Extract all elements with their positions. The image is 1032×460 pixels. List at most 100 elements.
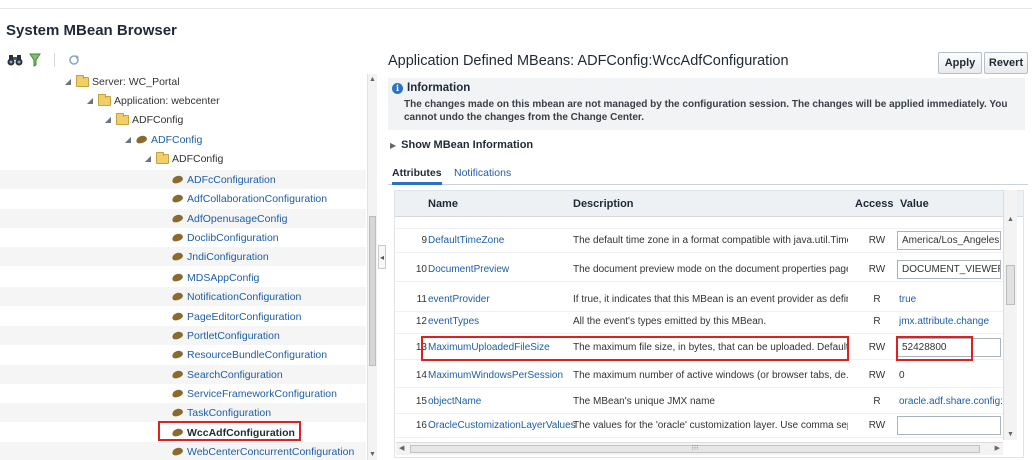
table-horizontal-scrollbar[interactable]: ◀ ⁝⁝⁝ ▶	[396, 442, 1003, 455]
tree-node[interactable]: ◢ Server: WC_Portal	[0, 72, 366, 91]
tree-node[interactable]: TaskConfiguration	[0, 403, 366, 422]
table-row[interactable]: 12 eventTypes All the event's types emitte…	[395, 309, 1005, 334]
tree-node-label: PortletConfiguration	[187, 329, 280, 342]
expand-toggle-icon[interactable]: ◢	[62, 77, 74, 86]
attribute-name-link[interactable]: DocumentPreview	[428, 264, 509, 275]
tree-node[interactable]: WebCenterConcurrentConfiguration	[0, 442, 366, 460]
attribute-name-link[interactable]: eventTypes	[428, 316, 479, 327]
attribute-name-link[interactable]: OracleCustomizationLayerValues	[428, 420, 576, 431]
tree-node[interactable]: PortletConfiguration	[0, 326, 366, 345]
mbean-icon	[171, 232, 184, 243]
panel-splitter-handle[interactable]: ◂	[378, 245, 386, 269]
row-number: 16	[415, 420, 427, 431]
refresh-icon[interactable]	[65, 51, 83, 69]
scroll-down-icon[interactable]: ▼	[369, 451, 376, 458]
attribute-name-link[interactable]: objectName	[428, 396, 481, 407]
attribute-name-link[interactable]: DefaultTimeZone	[428, 235, 504, 246]
scroll-up-icon[interactable]: ▲	[1007, 216, 1014, 223]
tree-node[interactable]: NotificationConfiguration	[0, 287, 366, 306]
table-row[interactable]: 16 OracleCustomizationLayerValues The valu…	[395, 413, 1005, 438]
tree-node[interactable]: MDSAppConfig	[0, 268, 366, 287]
attribute-access: RW	[868, 420, 886, 431]
page-title: System MBean Browser	[6, 22, 177, 39]
show-mbean-information-toggle[interactable]: ▶ Show MBean Information	[390, 139, 533, 151]
information-heading: i Information	[392, 82, 470, 94]
tree-node[interactable]: ◢ ADFConfig	[0, 110, 366, 129]
table-row[interactable]: 15 objectName The MBean's unique JMX name R…	[395, 389, 1005, 414]
table-hscroll-thumb[interactable]: ⁝⁝⁝	[410, 445, 980, 453]
mbean-icon	[171, 407, 184, 418]
attribute-value-input[interactable]: 52428800	[897, 338, 1001, 357]
tree-node[interactable]: WccAdfConfiguration	[0, 423, 366, 442]
tree-node[interactable]: ◢ ADFConfig	[0, 130, 366, 149]
column-header-description[interactable]: Description	[573, 198, 634, 210]
column-header-value[interactable]: Value	[900, 198, 929, 210]
tree-node-label: PageEditorConfiguration	[187, 310, 302, 323]
column-header-access[interactable]: Access	[855, 198, 894, 210]
attribute-value-input[interactable]: America/Los_Angeles	[897, 231, 1001, 250]
tree-node[interactable]: ◢ Application: webcenter	[0, 91, 366, 110]
table-vscroll-thumb[interactable]	[1006, 265, 1015, 305]
table-row[interactable]: 13 MaximumUploadedFileSize The maximum fil…	[395, 335, 1005, 360]
expand-toggle-icon[interactable]: ◢	[102, 115, 114, 124]
table-row[interactable]: 9 DefaultTimeZone The default time zone in…	[395, 228, 1005, 253]
mbean-icon	[171, 349, 184, 360]
attribute-value[interactable]: jmx.attribute.change	[899, 316, 1003, 327]
tree-node[interactable]: ResourceBundleConfiguration	[0, 345, 366, 364]
filter-icon[interactable]	[26, 51, 44, 69]
tab-attributes[interactable]: Attributes	[392, 167, 442, 185]
attribute-description: The maximum file size, in bytes, that ca…	[573, 342, 848, 353]
tree-node[interactable]: AdfOpenusageConfig	[0, 209, 366, 228]
attribute-value-input[interactable]	[897, 416, 1001, 435]
tree-node[interactable]: DoclibConfiguration	[0, 228, 366, 247]
attribute-access: R	[873, 294, 881, 305]
table-row[interactable]: 14 MaximumWindowsPerSession The maximum nu…	[395, 363, 1005, 388]
scroll-right-icon[interactable]: ▶	[995, 444, 1000, 452]
disclosure-triangle-icon: ▶	[390, 140, 397, 150]
attribute-value: 0	[899, 370, 905, 381]
tree-node-label: WccAdfConfiguration	[187, 426, 295, 439]
tab-notifications[interactable]: Notifications	[454, 167, 511, 179]
row-number: 13	[415, 342, 427, 353]
tree-node[interactable]: AdfCollaborationConfiguration	[0, 189, 366, 208]
attribute-value-input[interactable]: DOCUMENT_VIEWER	[897, 260, 1001, 279]
attribute-value[interactable]: oracle.adf.share.config:A	[899, 396, 1003, 407]
table-vertical-scrollbar[interactable]: ▲ ▼	[1003, 190, 1017, 440]
tree-node-label: ADFConfig	[132, 113, 184, 126]
attribute-description: The MBean's unique JMX name	[573, 396, 715, 407]
tree-node[interactable]: SearchConfiguration	[0, 365, 366, 384]
tree-scrollbar[interactable]: ▲ ▼	[367, 74, 377, 460]
folder-icon	[76, 74, 89, 87]
tree-node[interactable]: ◢ ADFConfig	[0, 149, 366, 168]
apply-button[interactable]: Apply	[938, 52, 982, 74]
expand-toggle-icon[interactable]: ◢	[142, 154, 154, 163]
attribute-name-link[interactable]: eventProvider	[428, 294, 490, 305]
information-message: The changes made on this mbean are not m…	[404, 99, 1008, 123]
expand-toggle-icon[interactable]: ◢	[122, 135, 134, 144]
tree-node[interactable]: ADFcConfiguration	[0, 170, 366, 189]
info-icon: i	[392, 82, 403, 94]
attribute-name-link[interactable]: MaximumWindowsPerSession	[428, 370, 563, 381]
table-row[interactable]: 10 DocumentPreview The document preview mo…	[395, 257, 1005, 282]
mbean-tree: ◢ Server: WC_Portal ◢ Application: webcente…	[0, 72, 372, 460]
tree-node-label: ServiceFrameworkConfiguration	[187, 387, 337, 400]
attribute-description: If true, it indicates that this MBean is…	[573, 294, 848, 305]
revert-button[interactable]: Revert	[984, 52, 1028, 74]
scroll-up-icon[interactable]: ▲	[369, 76, 376, 83]
tree-node-label: DoclibConfiguration	[187, 231, 279, 244]
column-header-name[interactable]: Name	[428, 198, 458, 210]
tree-scroll-thumb[interactable]	[369, 216, 376, 366]
attribute-access: R	[873, 396, 881, 407]
tree-node-label: TaskConfiguration	[187, 406, 272, 419]
scroll-left-icon[interactable]: ◀	[399, 444, 404, 452]
tree-node[interactable]: ServiceFrameworkConfiguration	[0, 384, 366, 403]
tree-node-label: ADFConfig	[151, 133, 203, 146]
expand-toggle-icon[interactable]: ◢	[84, 96, 96, 105]
scroll-down-icon[interactable]: ▼	[1007, 431, 1014, 438]
attribute-name-link[interactable]: MaximumUploadedFileSize	[428, 342, 550, 353]
binoculars-icon[interactable]	[6, 51, 24, 69]
tree-node-label: NotificationConfiguration	[187, 290, 302, 303]
attribute-value[interactable]: true	[899, 294, 1003, 305]
tree-node[interactable]: PageEditorConfiguration	[0, 307, 366, 326]
tree-node[interactable]: JndiConfiguration	[0, 247, 366, 266]
